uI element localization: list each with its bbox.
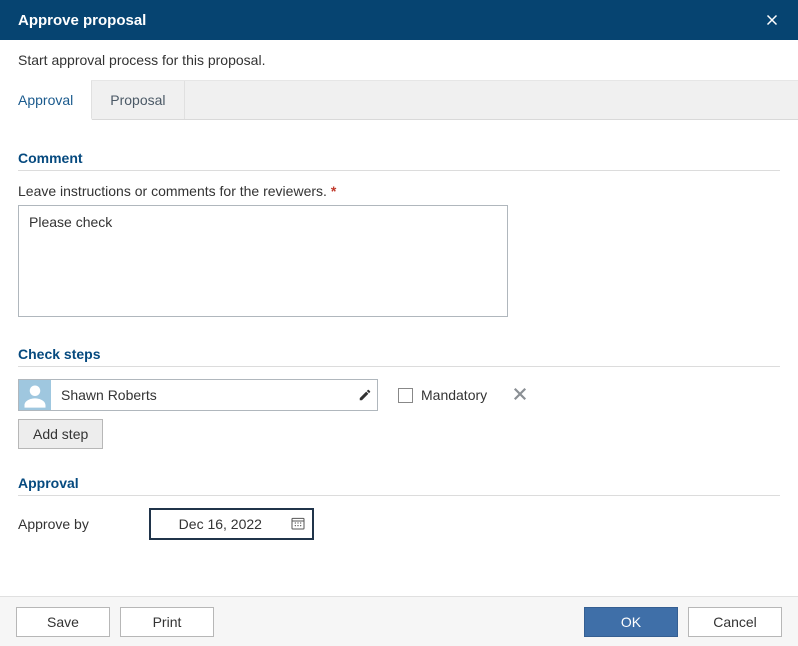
avatar <box>19 380 51 410</box>
section-divider-approval <box>18 495 780 496</box>
step-row: Shawn Roberts Mandatory <box>18 379 780 411</box>
approve-by-date[interactable] <box>149 508 314 540</box>
ok-button[interactable]: OK <box>584 607 678 637</box>
pencil-icon <box>358 388 372 402</box>
print-button[interactable]: Print <box>120 607 214 637</box>
section-title-approval: Approval <box>18 475 780 491</box>
section-divider <box>18 170 780 171</box>
person-name: Shawn Roberts <box>51 380 353 410</box>
tab-proposal[interactable]: Proposal <box>92 81 184 119</box>
approve-by-label: Approve by <box>18 516 89 532</box>
comment-label: Leave instructions or comments for the r… <box>18 183 780 199</box>
close-icon <box>766 14 778 26</box>
content-area: Comment Leave instructions or comments f… <box>0 120 798 556</box>
approve-row: Approve by <box>18 508 780 540</box>
save-button[interactable]: Save <box>16 607 110 637</box>
close-button[interactable] <box>760 8 784 32</box>
add-step-button[interactable]: Add step <box>18 419 103 449</box>
tabs: Approval Proposal <box>0 80 798 120</box>
cancel-button[interactable]: Cancel <box>688 607 782 637</box>
user-icon <box>21 382 49 410</box>
tab-approval[interactable]: Approval <box>0 81 92 120</box>
remove-step-button[interactable] <box>507 385 533 406</box>
mandatory-checkbox[interactable] <box>398 388 413 403</box>
person-field[interactable]: Shawn Roberts <box>18 379 378 411</box>
comment-label-text: Leave instructions or comments for the r… <box>18 183 327 199</box>
modal-title: Approve proposal <box>18 12 146 29</box>
modal-header: Approve proposal <box>0 0 798 40</box>
footer: Save Print OK Cancel <box>0 596 798 646</box>
comment-input[interactable] <box>18 205 508 317</box>
mandatory-label: Mandatory <box>421 387 487 403</box>
required-indicator: * <box>331 183 336 199</box>
section-title-steps: Check steps <box>18 346 780 362</box>
date-field-wrap <box>149 508 314 540</box>
section-title-comment: Comment <box>18 150 780 166</box>
edit-person-button[interactable] <box>353 380 377 410</box>
x-icon <box>513 387 527 401</box>
section-divider-steps <box>18 366 780 367</box>
modal-intro: Start approval process for this proposal… <box>0 40 798 74</box>
mandatory-checkbox-wrap[interactable]: Mandatory <box>398 387 487 403</box>
